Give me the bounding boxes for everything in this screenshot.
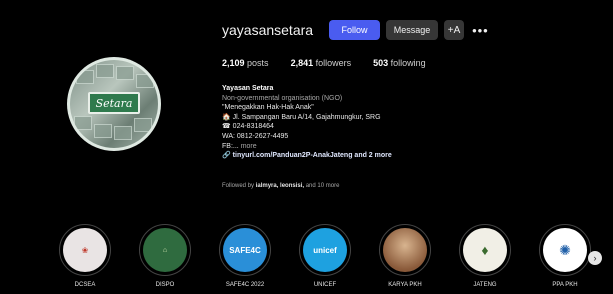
highlight-item[interactable]: KARYA PKH xyxy=(375,224,435,288)
display-name: Yayasan Setara xyxy=(222,85,274,92)
highlight-label: UNICEF xyxy=(313,282,337,288)
followers-stat[interactable]: 2,841 followers xyxy=(291,58,352,68)
followed-by[interactable]: Followed by ialmyra, leonsisi, and 10 mo… xyxy=(222,183,339,189)
highlight-item[interactable]: ⌂ DISPO xyxy=(135,224,195,288)
posts-count: 2,109 xyxy=(222,58,245,68)
profile-avatar[interactable]: Setara xyxy=(67,57,161,151)
posts-stat: 2,109 posts xyxy=(222,58,269,68)
bio-line-fb: FB:... more xyxy=(222,142,257,150)
highlight-cover: ⌂ xyxy=(143,228,187,272)
category-label: Non-governmental organisation (NGO) xyxy=(222,94,343,102)
more-options-icon[interactable]: ••• xyxy=(472,23,489,38)
message-button[interactable]: Message xyxy=(386,20,439,40)
link-icon: 🔗 xyxy=(222,152,233,160)
person-plus-icon: +A xyxy=(447,24,461,36)
bio-line: WA: 0812-2627-4495 xyxy=(222,132,289,140)
bio-more-link[interactable]: more xyxy=(241,143,257,150)
highlight-cover: SAFE4C xyxy=(223,228,267,272)
highlight-cover xyxy=(383,228,427,272)
house-icon: 🏠 xyxy=(222,113,233,121)
bio-line-address: 🏠 Jl. Sampangan Baru A/14, Gajahmungkur,… xyxy=(222,113,381,121)
profile-header: yayasansetara Follow Message +A ••• xyxy=(222,20,489,40)
highlight-item[interactable]: ❀ DCSEA xyxy=(55,224,115,288)
phone-icon: ☎ xyxy=(222,123,233,131)
setara-logo: Setara xyxy=(88,92,140,114)
following-stat[interactable]: 503 following xyxy=(373,58,426,68)
followers-label: followers xyxy=(315,58,352,68)
highlight-item[interactable]: ♦ JATENG xyxy=(455,224,515,288)
bio-link[interactable]: tinyurl.com/Panduan2P-AnakJateng and 2 m… xyxy=(233,152,392,159)
followed-by-users: ialmyra, leonsisi, xyxy=(255,183,305,189)
highlight-cover: ♦ xyxy=(463,228,507,272)
profile-stats: 2,109 posts 2,841 followers 503 followin… xyxy=(222,58,448,68)
bio-link-row: 🔗 tinyurl.com/Panduan2P-AnakJateng and 2… xyxy=(222,151,542,161)
chevron-right-icon[interactable]: › xyxy=(588,251,602,265)
profile-bio: Yayasan Setara Non-governmental organisa… xyxy=(222,84,542,161)
add-user-button[interactable]: +A xyxy=(444,20,465,40)
highlight-label: SAFE4C 2022 xyxy=(225,282,265,288)
highlight-item[interactable]: SAFE4C SAFE4C 2022 xyxy=(215,224,275,288)
highlight-cover: ✺ xyxy=(543,228,587,272)
avatar-collage: Setara xyxy=(70,60,158,148)
highlight-item[interactable]: unicef UNICEF xyxy=(295,224,355,288)
posts-label: posts xyxy=(247,58,269,68)
highlight-label: DISPO xyxy=(155,282,175,288)
followers-count: 2,841 xyxy=(290,58,314,68)
bio-line-phone: ☎ 024-8318464 xyxy=(222,123,274,131)
highlight-cover: ❀ xyxy=(63,228,107,272)
highlight-cover: unicef xyxy=(303,228,347,272)
story-highlights: ❀ DCSEA ⌂ DISPO SAFE4C SAFE4C 2022 unice… xyxy=(0,224,613,294)
highlight-label: KARYA PKH xyxy=(388,282,422,288)
username: yayasansetara xyxy=(222,22,314,38)
highlight-label: PPA PKH xyxy=(552,282,578,288)
bio-line: "Menegakkan Hak-Hak Anak" xyxy=(222,104,314,112)
highlight-label: JATENG xyxy=(473,282,497,288)
following-label: following xyxy=(390,58,426,68)
following-count: 503 xyxy=(373,58,389,68)
follow-button[interactable]: Follow xyxy=(329,20,381,40)
highlight-label: DCSEA xyxy=(74,282,96,288)
highlight-item[interactable]: ✺ PPA PKH xyxy=(535,224,595,288)
